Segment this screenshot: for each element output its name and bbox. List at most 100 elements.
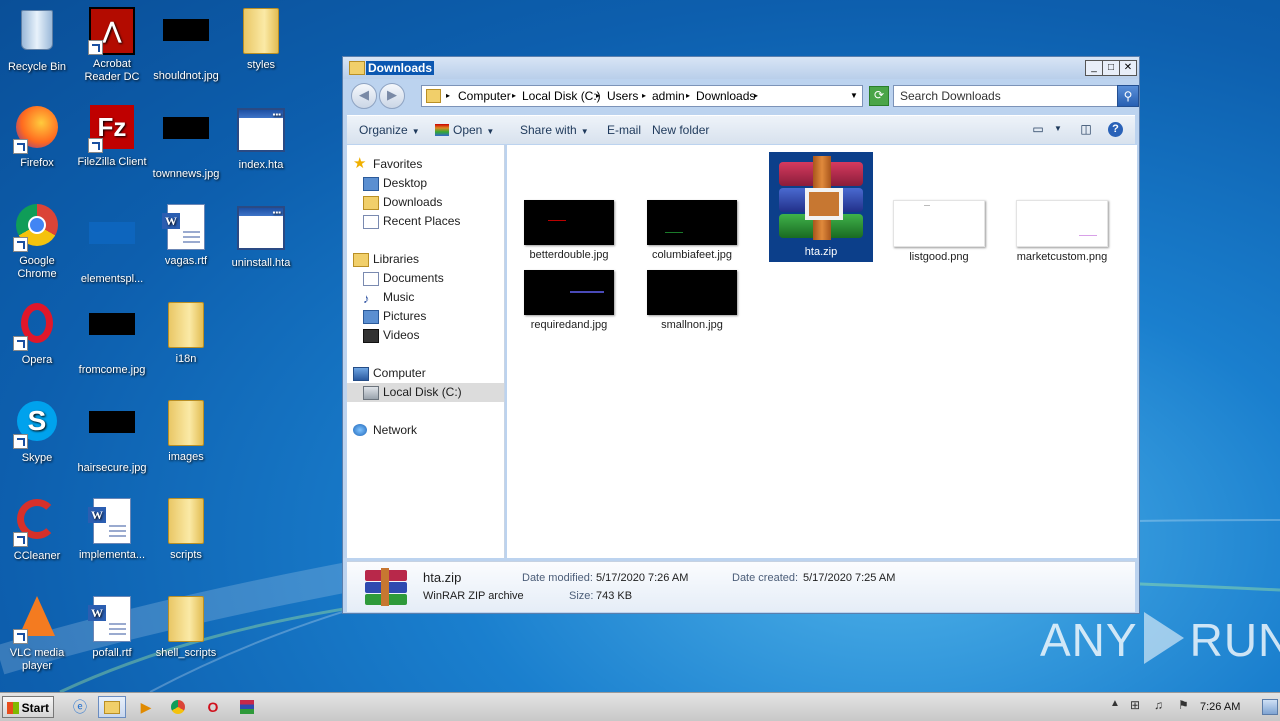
forward-button[interactable]: ▶ bbox=[379, 83, 405, 109]
chrome-taskbar-icon[interactable] bbox=[164, 696, 192, 718]
image-file-icon bbox=[88, 313, 136, 361]
breadcrumb-computer[interactable]: Computer bbox=[458, 86, 511, 106]
desktop-icon-label: shell_scripts bbox=[155, 647, 217, 659]
chevron-right-icon[interactable]: ▸ bbox=[446, 86, 450, 106]
vlc-cone-icon bbox=[13, 596, 61, 644]
share-with-button[interactable]: Share with ▼ bbox=[520, 123, 589, 137]
desktop-icon-filezilla[interactable]: Fz FileZilla Client bbox=[75, 104, 149, 169]
chevron-right-icon[interactable]: ▸ bbox=[686, 86, 690, 106]
desktop-icon-elementspl[interactable]: elementspl... bbox=[75, 202, 149, 286]
file-item-selected[interactable]: hta.zip bbox=[769, 152, 873, 262]
explorer-taskbar-button[interactable] bbox=[98, 696, 126, 718]
desktop-icon-hairsecure[interactable]: hairsecure.jpg bbox=[75, 398, 149, 475]
chevron-right-icon[interactable]: ▸ bbox=[754, 86, 758, 106]
breadcrumb-users[interactable]: Users bbox=[607, 86, 638, 106]
chevron-right-icon[interactable]: ▸ bbox=[512, 86, 516, 106]
desktop-icon-label: styles bbox=[246, 59, 276, 71]
email-button[interactable]: E-mail bbox=[607, 123, 641, 137]
desktop-icon-firefox[interactable]: Firefox bbox=[0, 104, 74, 170]
winrar-taskbar-icon[interactable] bbox=[233, 696, 261, 718]
chevron-down-icon[interactable]: ▼ bbox=[850, 86, 858, 106]
nav-videos[interactable]: Videos bbox=[347, 326, 504, 345]
clock[interactable]: 7:26 AM bbox=[1200, 701, 1240, 713]
chevron-right-icon[interactable]: ▸ bbox=[642, 86, 646, 106]
show-hidden-icons-icon[interactable]: ▲ bbox=[1110, 698, 1120, 709]
nav-pictures[interactable]: Pictures bbox=[347, 307, 504, 326]
new-folder-button[interactable]: New folder bbox=[652, 123, 709, 137]
network-tray-icon[interactable]: ⊞ bbox=[1130, 698, 1140, 712]
internet-explorer-icon[interactable]: ⓔ bbox=[66, 696, 94, 718]
nav-downloads[interactable]: Downloads bbox=[347, 193, 504, 212]
shortcut-arrow-icon bbox=[88, 138, 103, 153]
nav-favorites[interactable]: ★ Favorites bbox=[347, 155, 504, 174]
search-button[interactable]: ⚲ bbox=[1117, 85, 1139, 107]
minimize-button[interactable]: _ bbox=[1085, 60, 1103, 76]
desktop-icon-fromcome[interactable]: fromcome.jpg bbox=[75, 300, 149, 377]
shortcut-arrow-icon bbox=[13, 532, 28, 547]
open-button[interactable]: Open ▼ bbox=[435, 123, 494, 137]
desktop-icon-opera[interactable]: Opera bbox=[0, 300, 74, 367]
nav-network[interactable]: Network bbox=[347, 421, 504, 440]
desktop-icon-i18n[interactable]: i18n bbox=[149, 300, 223, 366]
desktop-icon-uninstall-hta[interactable]: uninstall.hta bbox=[224, 202, 298, 270]
desktop-icon-recycle-bin[interactable]: Recycle Bin bbox=[0, 6, 74, 74]
desktop-icon-ccleaner[interactable]: CCleaner bbox=[0, 496, 74, 563]
maximize-button[interactable]: □ bbox=[1102, 60, 1120, 76]
nav-computer[interactable]: Computer bbox=[347, 364, 504, 383]
search-input[interactable]: Search Downloads bbox=[893, 85, 1121, 107]
refresh-button[interactable]: ⟳ bbox=[869, 86, 889, 106]
nav-recent-places[interactable]: Recent Places bbox=[347, 212, 504, 231]
nav-local-disk[interactable]: Local Disk (C:) bbox=[347, 383, 504, 402]
film-icon bbox=[363, 329, 379, 343]
desktop-icon-styles[interactable]: styles bbox=[224, 6, 298, 72]
flag-icon[interactable]: ⚑ bbox=[1178, 698, 1189, 712]
desktop-icon-skype[interactable]: S Skype bbox=[0, 398, 74, 465]
desktop-icon-index-hta[interactable]: index.hta bbox=[224, 104, 298, 172]
breadcrumb-admin[interactable]: admin bbox=[652, 86, 685, 106]
file-item[interactable]: columbiafeet.jpg bbox=[640, 200, 744, 261]
file-item[interactable]: marketcustom.png bbox=[1010, 200, 1114, 263]
nav-documents[interactable]: Documents bbox=[347, 269, 504, 288]
address-bar[interactable]: ▸ Computer ▸ Local Disk (C:) ▸ Users ▸ a… bbox=[421, 85, 863, 107]
desktop-icon-townnews[interactable]: townnews.jpg bbox=[149, 104, 223, 181]
shortcut-arrow-icon bbox=[13, 139, 28, 154]
preview-pane-icon[interactable]: ◫ bbox=[1077, 121, 1095, 137]
share-with-label: Share with bbox=[520, 123, 577, 137]
start-button[interactable]: Start bbox=[2, 696, 54, 718]
media-player-icon[interactable]: ▶ bbox=[132, 696, 160, 718]
nav-libraries[interactable]: Libraries bbox=[347, 250, 504, 269]
desktop-icon-images[interactable]: images bbox=[149, 398, 223, 464]
window-titlebar[interactable]: Downloads _ □ ✕ bbox=[343, 57, 1139, 79]
file-item[interactable]: requiredand.jpg bbox=[517, 270, 621, 331]
desktop-icon-implementa[interactable]: W implementa... bbox=[75, 496, 149, 562]
desktop-icon-vlc[interactable]: VLC media player bbox=[0, 594, 74, 673]
desktop-icon-shouldnot[interactable]: shouldnot.jpg bbox=[149, 6, 223, 83]
help-icon[interactable]: ? bbox=[1108, 122, 1123, 137]
desktop-icon-chrome[interactable]: Google Chrome bbox=[0, 202, 74, 281]
view-icon[interactable]: ▭ bbox=[1029, 121, 1047, 137]
breadcrumb-downloads[interactable]: Downloads bbox=[696, 86, 755, 106]
show-desktop-button[interactable] bbox=[1262, 699, 1278, 715]
desktop-icon-acrobat[interactable]: ⋀ Acrobat Reader DC bbox=[75, 6, 149, 84]
nav-desktop[interactable]: Desktop bbox=[347, 174, 504, 193]
chevron-down-icon[interactable]: ▼ bbox=[1049, 121, 1067, 137]
chevron-right-icon[interactable]: ▸ bbox=[596, 86, 600, 106]
desktop-icon-pofall[interactable]: W pofall.rtf bbox=[75, 594, 149, 660]
opera-taskbar-icon[interactable]: O bbox=[199, 696, 227, 718]
file-item[interactable]: smallnon.jpg bbox=[640, 270, 744, 331]
downloads-folder-icon bbox=[363, 196, 379, 210]
organize-button[interactable]: Organize ▼ bbox=[359, 123, 420, 137]
desktop-icon-shell-scripts[interactable]: shell_scripts bbox=[149, 594, 223, 660]
desktop-icon-scripts[interactable]: scripts bbox=[149, 496, 223, 562]
nav-label: Music bbox=[383, 290, 415, 304]
desktop-icon-vagas[interactable]: W vagas.rtf bbox=[149, 202, 223, 268]
nav-music[interactable]: ♪ Music bbox=[347, 288, 504, 307]
volume-icon[interactable]: ♫ bbox=[1154, 698, 1163, 712]
back-button[interactable]: ◀ bbox=[351, 83, 377, 109]
breadcrumb-local-disk[interactable]: Local Disk (C:) bbox=[522, 86, 601, 106]
file-item[interactable]: listgood.png bbox=[887, 200, 991, 263]
nav-label: Downloads bbox=[383, 195, 443, 209]
close-button[interactable]: ✕ bbox=[1119, 60, 1137, 76]
file-item[interactable]: betterdouble.jpg bbox=[517, 200, 621, 261]
folder-icon bbox=[162, 400, 210, 448]
